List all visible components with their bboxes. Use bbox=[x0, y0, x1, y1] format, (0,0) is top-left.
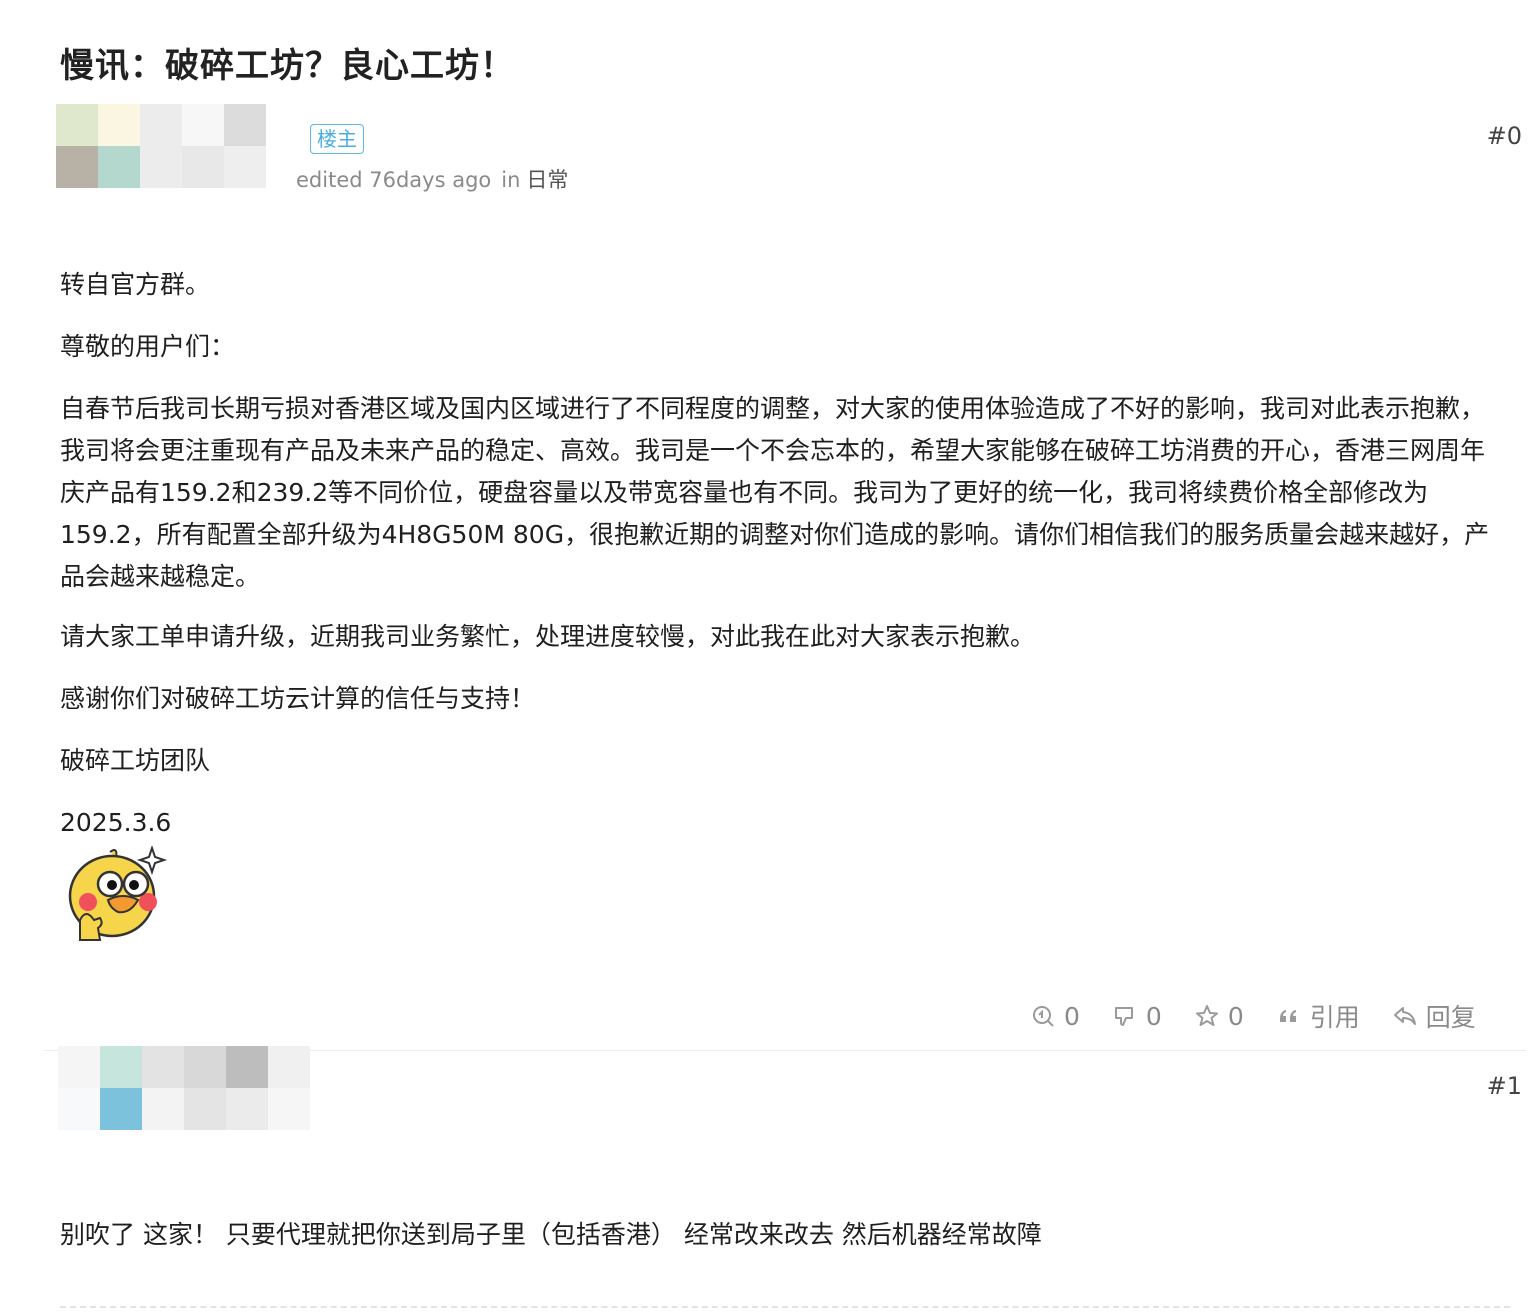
paragraph: 转自官方群。 bbox=[60, 270, 211, 299]
favorite-button[interactable]: 0 bbox=[1194, 1002, 1244, 1031]
avatar-pixel bbox=[226, 1088, 268, 1130]
avatar-pixel bbox=[98, 104, 140, 146]
yellow-duck-sticker bbox=[68, 846, 168, 941]
favorite-count: 0 bbox=[1227, 1001, 1244, 1031]
post-actions: 0 0 0 引用 回复 bbox=[1030, 998, 1476, 1034]
star-icon bbox=[1195, 1005, 1218, 1026]
avatar-pixel bbox=[226, 1046, 268, 1088]
dislike-button[interactable]: 0 bbox=[1112, 1002, 1162, 1031]
avatar-pixel bbox=[268, 1088, 310, 1130]
avatar-pixel bbox=[140, 104, 182, 146]
reply-button[interactable]: 回复 bbox=[1392, 998, 1476, 1034]
like-count: 0 bbox=[1064, 1001, 1080, 1031]
dislike-count: 0 bbox=[1145, 1001, 1162, 1031]
avatar-pixel bbox=[184, 1088, 226, 1130]
avatar-pixel bbox=[182, 146, 224, 188]
quote-label: 引用 bbox=[1309, 1003, 1360, 1032]
edited-time: edited 76days ago bbox=[296, 168, 492, 192]
avatar-pixel bbox=[224, 104, 266, 146]
floor-number[interactable]: #1 bbox=[1487, 1072, 1522, 1100]
paragraph: 别吹了 这家！ 只要代理就把你送到局子里（包括香港） 经常改来改去 然后机器经常… bbox=[60, 1220, 1042, 1249]
avatar-pixel bbox=[56, 104, 98, 146]
reply-label: 回复 bbox=[1425, 1003, 1476, 1032]
paragraph: 2025.3.6 bbox=[60, 808, 172, 837]
category-link[interactable]: 日常 bbox=[526, 168, 568, 192]
thumb-up-icon bbox=[1033, 1006, 1054, 1027]
op-badge: 楼主 bbox=[310, 124, 364, 154]
post-meta: edited 76days ago in 日常 bbox=[296, 164, 568, 194]
floor-number[interactable]: #0 bbox=[1487, 122, 1522, 150]
avatar-pixel bbox=[100, 1088, 142, 1130]
avatar-pixel bbox=[142, 1046, 184, 1088]
paragraph: 尊敬的用户们： bbox=[60, 332, 236, 361]
quote-button[interactable]: 引用 bbox=[1276, 998, 1360, 1034]
avatar-pixel bbox=[58, 1046, 100, 1088]
paragraph: 请大家工单申请升级，近期我司业务繁忙，处理进度较慢，对此我在此对大家表示抱歉。 bbox=[60, 622, 1036, 651]
like-button[interactable]: 0 bbox=[1030, 1002, 1080, 1031]
avatar-pixel bbox=[184, 1046, 226, 1088]
avatar-pixel bbox=[140, 146, 182, 188]
in-label: in bbox=[501, 168, 521, 192]
avatar-pixel bbox=[56, 146, 98, 188]
reply-icon bbox=[1393, 1007, 1416, 1025]
post-divider bbox=[60, 1306, 1510, 1308]
paragraph: 感谢你们对破碎工坊云计算的信任与支持！ bbox=[60, 684, 536, 713]
avatar[interactable] bbox=[58, 1046, 310, 1166]
avatar[interactable] bbox=[56, 104, 301, 210]
paragraph: 破碎工坊团队 bbox=[60, 746, 211, 775]
quote-icon bbox=[1279, 1010, 1296, 1022]
avatar-pixel bbox=[98, 146, 140, 188]
avatar-pixel bbox=[100, 1046, 142, 1088]
paragraph: 自春节后我司长期亏损对香港区域及国内区域进行了不同程度的调整，对大家的使用体验造… bbox=[60, 394, 1490, 591]
topic-title: 慢讯：破碎工坊？良心工坊！ bbox=[60, 46, 515, 86]
avatar-pixel bbox=[268, 1046, 310, 1088]
thumb-down-icon bbox=[1114, 1007, 1133, 1026]
avatar-pixel bbox=[142, 1088, 184, 1130]
avatar-pixel bbox=[58, 1088, 100, 1130]
avatar-pixel bbox=[182, 104, 224, 146]
avatar-pixel bbox=[224, 146, 266, 188]
